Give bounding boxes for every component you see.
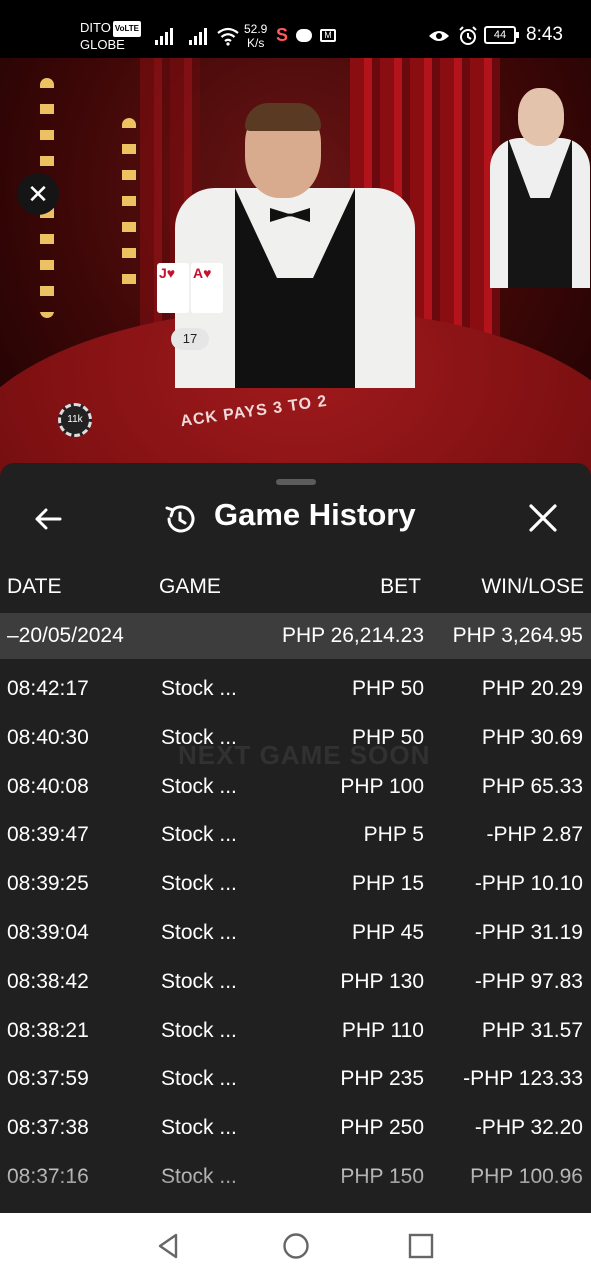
history-list: 08:42:17 Stock ... PHP 50 PHP 20.29 08:40:30… — [0, 665, 591, 1202]
row-game: Stock ... — [161, 823, 237, 847]
playing-card: J♥ — [157, 263, 189, 313]
volte-badge: VoLTE — [112, 20, 141, 37]
row-bet: PHP 5 — [363, 823, 424, 847]
nav-recents-icon[interactable] — [406, 1231, 436, 1261]
history-row[interactable]: 08:40:30 Stock ... PHP 50 PHP 30.69 — [0, 714, 591, 763]
row-win-lose: PHP 65.33 — [481, 774, 583, 798]
row-bet: PHP 235 — [340, 1067, 424, 1091]
row-win-lose: PHP 31.57 — [481, 1018, 583, 1042]
wifi-icon — [217, 27, 239, 46]
row-game: Stock ... — [161, 774, 237, 798]
row-win-lose: PHP 30.69 — [481, 725, 583, 749]
row-game: Stock ... — [161, 725, 237, 749]
chat-icon — [296, 29, 313, 42]
signal-icon — [155, 28, 173, 45]
gmail-icon: M — [320, 29, 337, 42]
date-group-label: –20/05/2024 — [7, 624, 124, 647]
hand-score-badge: 17 — [171, 328, 209, 350]
row-game: Stock ... — [161, 1018, 237, 1042]
second-dealer — [490, 88, 590, 288]
row-bet: PHP 110 — [341, 1018, 424, 1042]
column-header-win-lose[interactable]: WIN/LOSE — [481, 575, 584, 599]
stage-lights — [122, 118, 136, 298]
row-time: 08:40:30 — [7, 725, 89, 749]
row-bet: PHP 15 — [352, 872, 424, 896]
carrier-dito: DITO — [80, 20, 111, 35]
column-header-bet[interactable]: BET — [380, 575, 421, 599]
row-time: 08:40:08 — [7, 774, 89, 798]
history-row[interactable]: 08:40:08 Stock ... PHP 100 PHP 65.33 — [0, 763, 591, 812]
row-game: Stock ... — [161, 677, 237, 700]
status-bar: DITO VoLTE GLOBE 52.9 K/s S M 44 8:43 — [0, 0, 591, 58]
row-time: 08:39:25 — [7, 872, 89, 896]
history-row[interactable]: 08:38:42 Stock ... PHP 130 -PHP 97.83 — [0, 958, 591, 1007]
row-game: Stock ... — [161, 872, 237, 896]
carrier-globe: GLOBE — [80, 36, 125, 52]
system-nav-bar — [0, 1213, 591, 1280]
row-time: 08:39:47 — [7, 823, 89, 847]
notification-icons: S M — [276, 25, 337, 46]
nav-back-icon[interactable] — [154, 1231, 184, 1261]
alarm-icon — [459, 26, 477, 45]
nav-home-icon[interactable] — [281, 1231, 311, 1261]
row-win-lose: -PHP 97.83 — [474, 969, 583, 993]
history-row[interactable]: 08:39:25 Stock ... PHP 15 -PHP 10.10 — [0, 860, 591, 909]
history-row[interactable]: 08:39:47 Stock ... PHP 5 -PHP 2.87 — [0, 811, 591, 860]
playing-card: A♥ — [191, 263, 223, 313]
column-header-game[interactable]: GAME — [159, 575, 221, 599]
row-win-lose: -PHP 123.33 — [463, 1067, 583, 1091]
row-time: 08:38:21 — [7, 1018, 89, 1042]
row-time: 08:38:42 — [7, 969, 89, 993]
back-arrow-icon[interactable] — [30, 501, 66, 537]
sheet-header: Game History — [0, 491, 591, 547]
row-game: Stock ... — [161, 920, 237, 944]
drag-handle[interactable] — [276, 479, 316, 485]
row-bet: PHP 130 — [340, 969, 424, 993]
sheet-title: Game History — [214, 497, 416, 532]
close-icon[interactable] — [526, 501, 560, 535]
s-app-icon: S — [276, 25, 289, 45]
row-time: 08:39:04 — [7, 920, 89, 944]
carrier-info: DITO VoLTE GLOBE — [80, 20, 141, 53]
game-history-sheet: Game History DATE GAME BET WIN/LOSE –20/… — [0, 463, 591, 1213]
signal-icon — [189, 28, 207, 45]
system-icons — [428, 26, 478, 46]
history-row[interactable]: 08:42:17 Stock ... PHP 50 PHP 20.29 — [0, 665, 591, 714]
dealer-cards: J♥ A♥ — [157, 263, 223, 313]
row-bet: PHP 50 — [352, 725, 424, 749]
chip-stack: 11k — [58, 403, 92, 437]
eye-icon — [429, 31, 449, 41]
row-time: 08:42:17 — [7, 677, 89, 700]
bottom-fade — [0, 1143, 591, 1213]
row-win-lose: PHP 20.29 — [481, 677, 583, 700]
date-group-row[interactable]: –20/05/2024 PHP 26,214.23 PHP 3,264.95 — [0, 613, 591, 659]
history-row[interactable]: 08:38:21 Stock ... PHP 110 PHP 31.57 — [0, 1007, 591, 1056]
column-header-date[interactable]: DATE — [7, 575, 61, 599]
row-bet: PHP 100 — [340, 774, 424, 798]
close-video-button[interactable]: ✕ — [17, 173, 59, 215]
row-bet: PHP 45 — [352, 920, 424, 944]
battery-icon: 44 — [484, 26, 519, 44]
row-game: Stock ... — [161, 1067, 237, 1091]
date-group-win-total: PHP 3,264.95 — [452, 624, 583, 647]
history-row[interactable]: 08:39:04 Stock ... PHP 45 -PHP 31.19 — [0, 909, 591, 958]
row-win-lose: -PHP 31.19 — [474, 920, 583, 944]
speed-value: 52.9 — [244, 22, 268, 36]
history-row[interactable]: 08:37:59 Stock ... PHP 235 -PHP 123.33 — [0, 1055, 591, 1104]
clock: 8:43 — [526, 24, 563, 45]
row-win-lose: -PHP 10.10 — [474, 872, 583, 896]
row-bet: PHP 50 — [352, 677, 424, 700]
live-video-stream: J♥ A♥ 17 11k ACK PAYS 3 TO 2 ✕ — [0, 58, 591, 488]
network-speed: 52.9 K/s — [244, 22, 267, 50]
speed-unit: K/s — [247, 36, 265, 50]
date-group-bet-total: PHP 26,214.23 — [281, 624, 424, 647]
row-time: 08:37:59 — [7, 1067, 89, 1091]
row-game: Stock ... — [161, 969, 237, 993]
row-win-lose: -PHP 2.87 — [486, 823, 584, 847]
history-icon — [165, 505, 195, 533]
